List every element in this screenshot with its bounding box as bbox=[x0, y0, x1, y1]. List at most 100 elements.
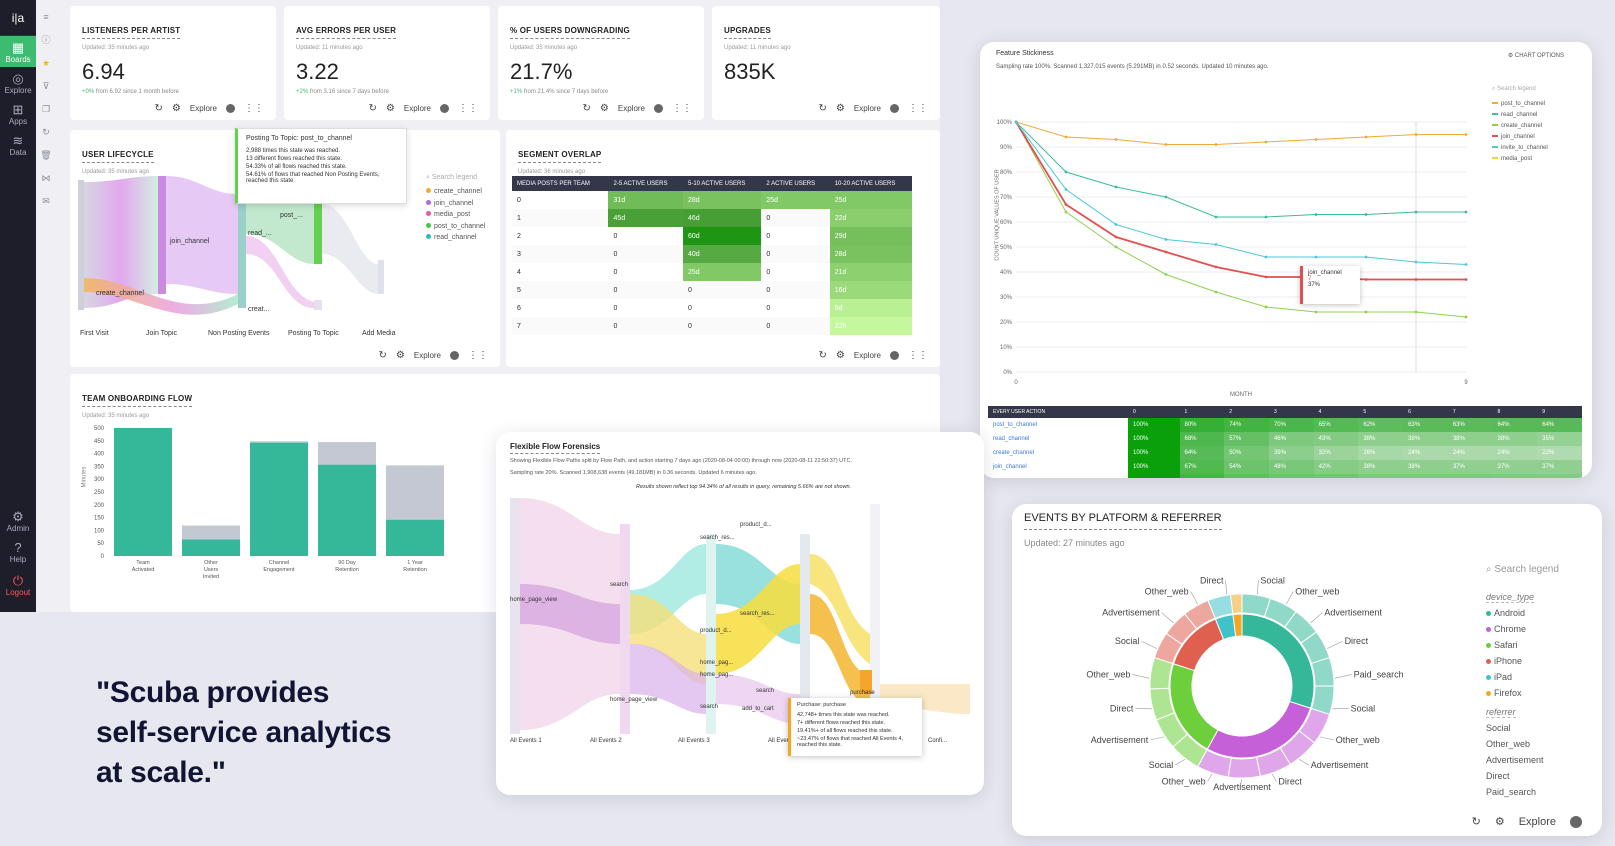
share-icon[interactable]: ⋈ bbox=[40, 167, 52, 190]
sidebar-item-boards[interactable]: ▦ Boards bbox=[0, 36, 36, 67]
gear-icon[interactable]: ⚙ bbox=[172, 103, 181, 114]
bar[interactable] bbox=[318, 464, 376, 556]
data-point[interactable] bbox=[1114, 235, 1118, 239]
sidebar-item-explore[interactable]: ◎ Explore bbox=[0, 67, 36, 98]
menu-icon[interactable]: ≡ bbox=[40, 6, 52, 29]
refresh-icon[interactable]: ↻ bbox=[583, 103, 591, 114]
column-header[interactable]: 2 ACTIVE USERS bbox=[761, 176, 830, 191]
gear-icon[interactable]: ⚙ bbox=[386, 103, 395, 114]
data-point[interactable] bbox=[1114, 185, 1118, 189]
data-point[interactable] bbox=[1214, 290, 1218, 294]
data-point[interactable] bbox=[1064, 188, 1068, 191]
gear-icon[interactable]: ⚙ bbox=[600, 103, 609, 114]
column-header[interactable]: 2-5 ACTIVE USERS bbox=[608, 176, 683, 191]
legend-item[interactable]: Direct bbox=[1486, 768, 1596, 784]
legend-item[interactable]: create_channel bbox=[426, 186, 496, 198]
compass-icon[interactable] bbox=[890, 104, 899, 113]
column-header[interactable]: MEDIA POSTS PER TEAM bbox=[512, 176, 609, 191]
legend-item[interactable]: Firefox bbox=[1486, 685, 1596, 701]
legend-item[interactable]: post_to_channel bbox=[426, 221, 496, 233]
data-point[interactable] bbox=[1214, 265, 1218, 269]
bar[interactable] bbox=[318, 442, 376, 465]
explore-button[interactable]: Explore bbox=[1519, 816, 1556, 828]
bar[interactable] bbox=[182, 525, 240, 540]
data-point[interactable] bbox=[1464, 315, 1468, 319]
copy-icon[interactable]: ❐ bbox=[40, 98, 52, 121]
column-header[interactable]: 1 bbox=[1179, 406, 1225, 418]
drag-handle-icon[interactable]: ⋮⋮ bbox=[468, 350, 488, 361]
data-point[interactable] bbox=[1214, 243, 1218, 246]
drag-handle-icon[interactable]: ⋮⋮ bbox=[244, 103, 264, 114]
gear-icon[interactable]: ⚙ bbox=[836, 350, 845, 361]
legend-item[interactable]: invite_to_channel bbox=[1492, 143, 1582, 154]
data-point[interactable] bbox=[1314, 213, 1318, 216]
data-point[interactable] bbox=[1064, 210, 1068, 214]
data-point[interactable] bbox=[1164, 195, 1168, 199]
data-point[interactable] bbox=[1364, 310, 1368, 314]
compass-icon[interactable] bbox=[450, 351, 459, 360]
explore-button[interactable]: Explore bbox=[404, 104, 431, 113]
data-point[interactable] bbox=[1314, 138, 1318, 141]
data-point[interactable] bbox=[1414, 133, 1418, 136]
data-point[interactable] bbox=[1364, 278, 1368, 281]
series-line[interactable] bbox=[1015, 121, 1467, 318]
data-point[interactable] bbox=[1164, 273, 1168, 276]
legend-item[interactable]: media_post bbox=[426, 209, 496, 221]
legend-item[interactable]: Safari bbox=[1486, 637, 1596, 653]
drag-handle-icon[interactable]: ⋮⋮ bbox=[458, 103, 478, 114]
gear-icon[interactable]: ⚙ bbox=[1495, 815, 1505, 828]
bar[interactable] bbox=[386, 465, 444, 520]
data-point[interactable] bbox=[1464, 133, 1468, 136]
data-point[interactable] bbox=[1314, 255, 1318, 259]
compass-icon[interactable] bbox=[654, 104, 663, 113]
legend-item[interactable]: Chrome bbox=[1486, 621, 1596, 637]
data-point[interactable] bbox=[1214, 143, 1218, 146]
refresh-icon[interactable]: ↻ bbox=[819, 350, 827, 361]
bar[interactable] bbox=[182, 539, 240, 556]
data-point[interactable] bbox=[1414, 310, 1418, 314]
legend-item[interactable]: Paid_search bbox=[1486, 784, 1596, 800]
column-header[interactable]: 5-10 ACTIVE USERS bbox=[683, 176, 762, 191]
sidebar-item-logout[interactable]: ⏻ Logout bbox=[0, 569, 36, 600]
sidebar-item-data[interactable]: ≋ Data bbox=[0, 129, 36, 160]
series-line[interactable] bbox=[1015, 121, 1466, 145]
data-point[interactable] bbox=[1214, 215, 1218, 219]
sidebar-item-help[interactable]: ? Help bbox=[0, 536, 36, 567]
data-point[interactable] bbox=[1114, 138, 1118, 141]
column-header[interactable]: 8 bbox=[1492, 406, 1538, 418]
refresh-icon[interactable]: ↻ bbox=[819, 103, 827, 114]
data-point[interactable] bbox=[1164, 238, 1168, 241]
data-point[interactable] bbox=[1364, 255, 1368, 259]
bar[interactable] bbox=[386, 519, 444, 556]
gear-icon[interactable]: ⚙ bbox=[396, 350, 405, 361]
bar[interactable] bbox=[250, 442, 308, 556]
data-point[interactable] bbox=[1014, 120, 1018, 124]
legend-item[interactable]: media_post bbox=[1492, 154, 1582, 165]
series-line[interactable] bbox=[1015, 121, 1466, 218]
legend-item[interactable]: join_channel bbox=[1492, 132, 1582, 143]
legend-item[interactable]: Advertisement bbox=[1486, 752, 1596, 768]
refresh-icon[interactable]: ↻ bbox=[155, 103, 163, 114]
series-line[interactable] bbox=[1015, 121, 1466, 281]
refresh-icon[interactable]: ↻ bbox=[369, 103, 377, 114]
column-header[interactable]: 9 bbox=[1537, 406, 1582, 418]
explore-button[interactable]: Explore bbox=[414, 351, 441, 360]
compass-icon[interactable] bbox=[440, 104, 449, 113]
data-point[interactable] bbox=[1264, 305, 1268, 309]
refresh-icon[interactable]: ↻ bbox=[379, 350, 387, 361]
data-point[interactable] bbox=[1414, 260, 1418, 264]
legend-item[interactable]: read_channel bbox=[426, 232, 496, 244]
data-point[interactable] bbox=[1114, 223, 1118, 226]
compass-icon[interactable] bbox=[890, 351, 899, 360]
data-point[interactable] bbox=[1464, 278, 1468, 281]
data-point[interactable] bbox=[1264, 255, 1268, 259]
app-logo[interactable]: i|a bbox=[0, 0, 36, 36]
column-header[interactable]: 4 bbox=[1313, 406, 1359, 418]
explore-button[interactable]: Explore bbox=[854, 104, 881, 113]
sidebar-item-apps[interactable]: ⊞ Apps bbox=[0, 98, 36, 129]
star-icon[interactable]: ★ bbox=[40, 52, 52, 75]
data-point[interactable] bbox=[1464, 210, 1468, 214]
mail-icon[interactable]: ✉ bbox=[40, 190, 52, 213]
legend-item[interactable]: join_channel bbox=[426, 198, 496, 210]
data-point[interactable] bbox=[1064, 170, 1068, 174]
